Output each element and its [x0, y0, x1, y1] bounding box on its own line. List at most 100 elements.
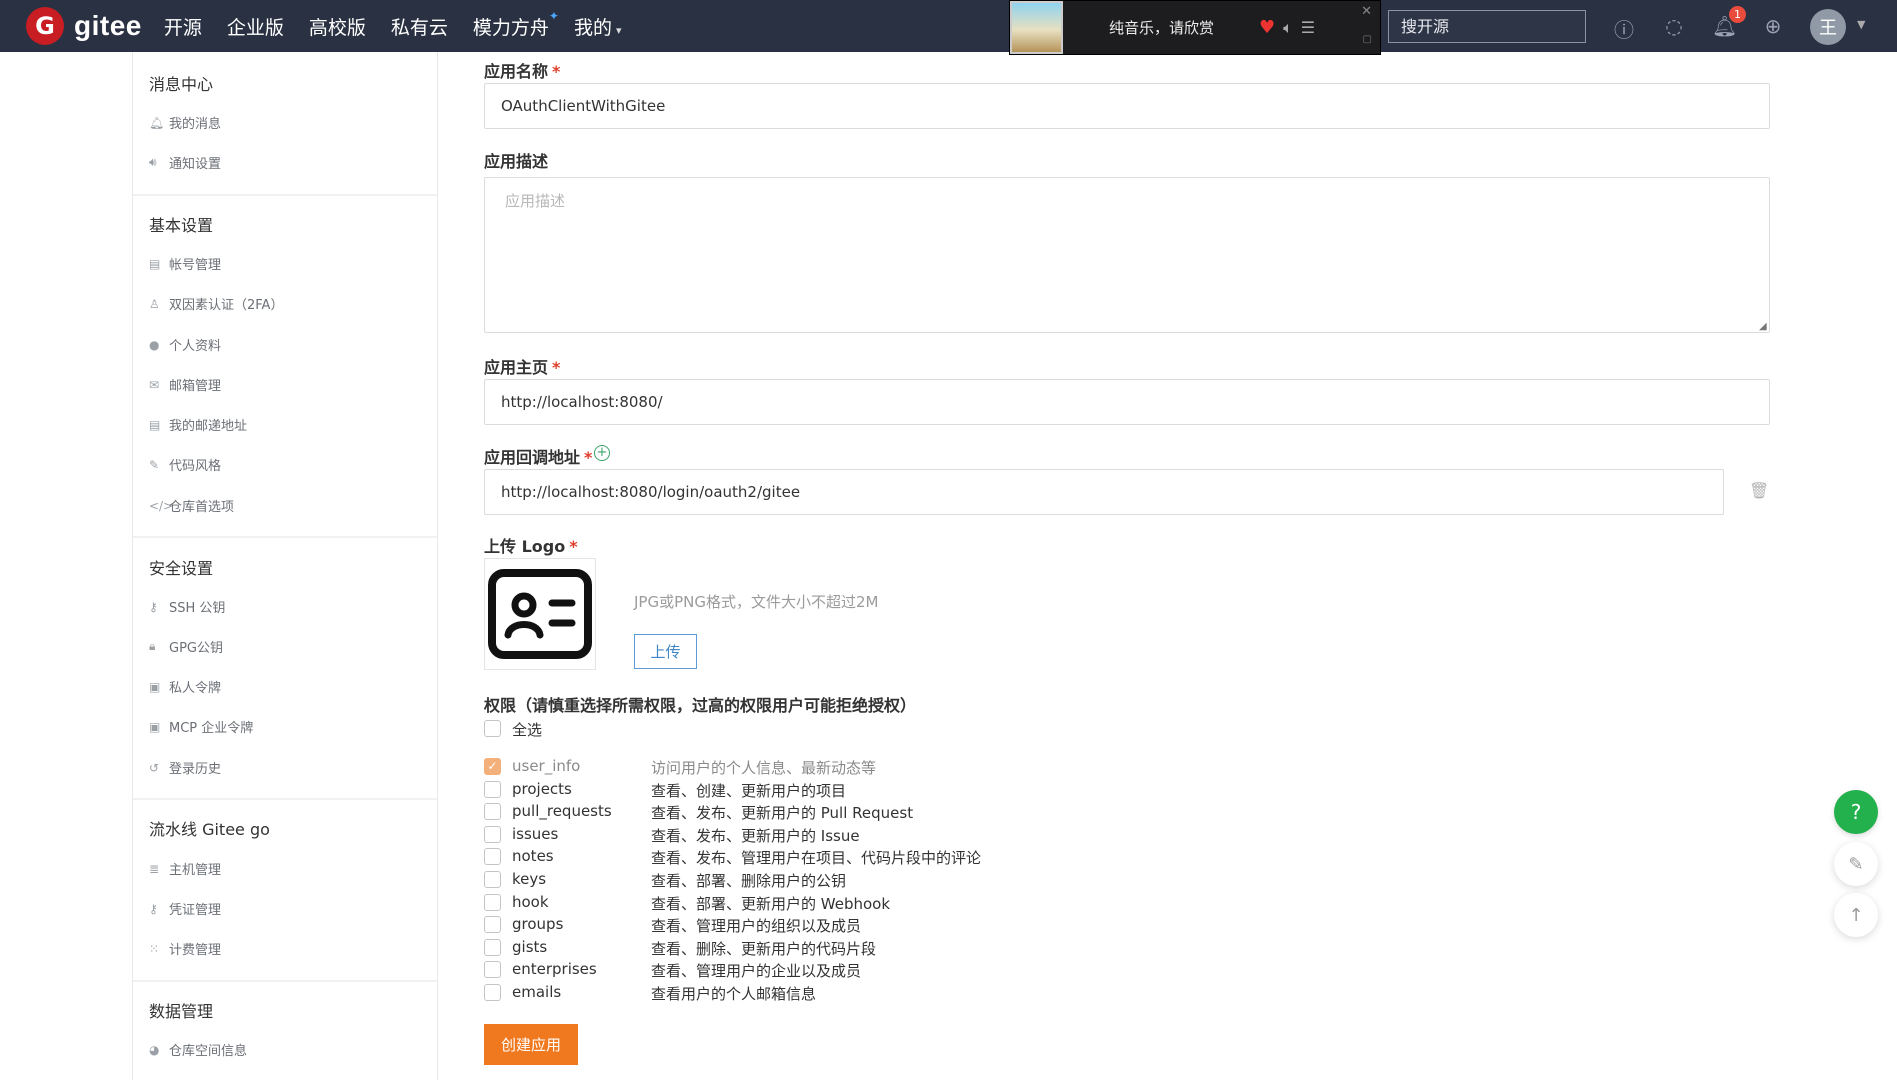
- nav-item-private-cloud[interactable]: 私有云: [391, 13, 448, 40]
- sidebar-item-billing[interactable]: ⁙ 计费管理: [149, 939, 221, 959]
- sidebar-item-mcp-tokens[interactable]: ▣ MCP 企业令牌: [149, 717, 253, 737]
- divider: [133, 194, 437, 196]
- playlist-icon[interactable]: ☰: [1301, 18, 1315, 37]
- scope-checkbox-enterprises[interactable]: [484, 961, 501, 978]
- chevron-down-icon: ▾: [615, 23, 622, 37]
- speaker-icon: 🔊︎: [149, 155, 157, 169]
- scope-checkbox-pull-requests[interactable]: [484, 803, 501, 820]
- scope-checkbox-issues[interactable]: [484, 826, 501, 843]
- select-all-checkbox[interactable]: [484, 720, 501, 737]
- scope-checkbox-gists[interactable]: [484, 939, 501, 956]
- sidebar-item-account[interactable]: ▤ 帐号管理: [149, 254, 221, 274]
- sidebar-item-code-style[interactable]: ✎ 代码风格: [149, 455, 221, 475]
- sidebar-item-login-history[interactable]: ↺ 登录历史: [149, 758, 221, 778]
- scope-checkbox-emails[interactable]: [484, 984, 501, 1001]
- scope-checkbox-notes[interactable]: [484, 848, 501, 865]
- token-icon: ▣: [149, 719, 161, 734]
- scope-description: 查看、部署、删除用户的公钥: [651, 872, 847, 890]
- sidebar-item-repo-space[interactable]: ◕ 仓库空间信息: [149, 1040, 247, 1060]
- key-icon: ⚷: [149, 901, 158, 916]
- scope-name: user_info: [512, 757, 581, 775]
- help-circle-icon[interactable]: ⓘ: [1612, 14, 1636, 43]
- key-icon: ⚷: [149, 599, 158, 614]
- scope-checkbox-user-info[interactable]: ✓: [484, 758, 501, 775]
- brush-icon: ✎: [149, 457, 160, 472]
- sidebar-item-gpg-keys[interactable]: 🔒︎ GPG公钥: [149, 637, 223, 656]
- nav-item-open-source[interactable]: 开源: [164, 13, 202, 40]
- sidebar-section-messages: 消息中心: [149, 75, 214, 94]
- sidebar-item-addresses[interactable]: ▤ 我的邮递地址: [149, 415, 247, 435]
- sidebar-item-my-messages[interactable]: 🔔︎ 我的消息: [149, 113, 221, 133]
- scope-description: 查看、部署、更新用户的 Webhook: [651, 895, 891, 913]
- feedback-icon[interactable]: ✎: [1834, 842, 1878, 886]
- scope-name: hook: [512, 893, 549, 911]
- user-icon: ●: [149, 337, 160, 352]
- scope-description: 查看、创建、更新用户的项目: [651, 782, 847, 800]
- divider: [133, 798, 437, 800]
- server-icon: ≣: [149, 861, 160, 876]
- create-app-button[interactable]: 创建应用: [484, 1024, 578, 1065]
- app-desc-label: 应用描述: [484, 152, 549, 171]
- back-to-top-icon[interactable]: ↑: [1834, 893, 1878, 937]
- sidebar-item-ssh-keys[interactable]: ⚷ SSH 公钥: [149, 597, 225, 617]
- nav-item-education[interactable]: 高校版: [309, 13, 366, 40]
- scope-name: emails: [512, 983, 562, 1001]
- close-icon[interactable]: ✕: [1361, 4, 1372, 19]
- logo-preview: [484, 558, 596, 670]
- code-icon: </>: [149, 498, 174, 513]
- sidebar-item-repo-preferences[interactable]: </> 仓库首选项: [149, 496, 234, 516]
- nav-item-ai-hub[interactable]: 模力方舟 ✦: [473, 9, 559, 40]
- bell-icon: 🔔︎: [149, 115, 165, 130]
- scope-description: 查看、发布、更新用户的 Pull Request: [651, 804, 914, 822]
- gitee-logo[interactable]: G gitee: [26, 7, 142, 45]
- select-all-label: 全选: [512, 721, 543, 739]
- scope-name: gists: [512, 938, 548, 956]
- scope-description: 查看、发布、管理用户在项目、代码片段中的评论: [651, 849, 982, 867]
- history-icon: ↺: [149, 760, 160, 775]
- avatar[interactable]: 王: [1810, 9, 1846, 45]
- settings-sidebar: 消息中心 🔔︎ 我的消息 🔊︎ 通知设置 基本设置 ▤ 帐号管理 ♙ 双因素认证（2FA…: [132, 52, 438, 1080]
- token-icon: ▣: [149, 679, 161, 694]
- add-callback-icon[interactable]: +: [594, 445, 610, 461]
- sidebar-item-credentials[interactable]: ⚷ 凭证管理: [149, 899, 221, 919]
- chevron-down-icon[interactable]: ▼: [1857, 18, 1865, 31]
- sidebar-item-profile[interactable]: ● 个人资料: [149, 335, 221, 355]
- app-name-input[interactable]: [484, 83, 1770, 129]
- search-input[interactable]: [1388, 10, 1586, 43]
- sidebar-item-emails[interactable]: ✉ 邮箱管理: [149, 375, 221, 395]
- resize-handle-icon[interactable]: ◢: [1759, 321, 1767, 332]
- volume-icon[interactable]: 🔈︎: [1283, 18, 1293, 38]
- scope-description: 查看、管理用户的组织以及成员: [651, 917, 862, 935]
- gitee-logo-text: gitee: [74, 10, 142, 41]
- scope-checkbox-keys[interactable]: [484, 871, 501, 888]
- sidebar-item-notification-settings[interactable]: 🔊︎ 通知设置: [149, 153, 221, 172]
- lock-icon: 🔒︎: [149, 639, 156, 653]
- scope-checkbox-groups[interactable]: [484, 916, 501, 933]
- heart-icon[interactable]: ♥: [1259, 17, 1275, 38]
- scope-checkbox-projects[interactable]: [484, 781, 501, 798]
- nav-item-mine[interactable]: 我的 ▾: [574, 13, 622, 40]
- scope-checkbox-hook[interactable]: [484, 894, 501, 911]
- nav-item-enterprise[interactable]: 企业版: [227, 13, 284, 40]
- sidebar-section-data: 数据管理: [149, 1002, 214, 1021]
- sidebar-item-hosts[interactable]: ≣ 主机管理: [149, 859, 221, 879]
- scope-name: enterprises: [512, 960, 597, 978]
- sparkle-icon: ✦: [548, 8, 559, 23]
- upload-button[interactable]: 上传: [634, 634, 697, 669]
- callback-input[interactable]: [484, 469, 1724, 515]
- sidebar-section-basic: 基本设置: [149, 216, 214, 235]
- help-button[interactable]: ?: [1834, 790, 1878, 834]
- music-title: 纯音乐，请欣赏: [1109, 19, 1215, 37]
- scope-description: 查看用户的个人邮箱信息: [651, 985, 817, 1003]
- app-desc-textarea[interactable]: [484, 177, 1770, 333]
- plus-circle-icon[interactable]: ⊕: [1761, 14, 1785, 38]
- lightbulb-icon[interactable]: ◌: [1662, 14, 1686, 38]
- homepage-input[interactable]: [484, 379, 1770, 425]
- sidebar-item-personal-tokens[interactable]: ▣ 私人令牌: [149, 677, 221, 697]
- trash-icon[interactable]: 🗑︎: [1749, 481, 1769, 500]
- sidebar-item-2fa[interactable]: ♙ 双因素认证（2FA）: [149, 294, 283, 314]
- music-player: 纯音乐，请欣赏 ♥ 🔈︎ ☰ ✕ ▢: [1009, 0, 1381, 55]
- minimize-icon[interactable]: ▢: [1363, 34, 1372, 45]
- id-card-icon: [488, 569, 592, 659]
- user-shield-icon: ♙: [149, 296, 160, 311]
